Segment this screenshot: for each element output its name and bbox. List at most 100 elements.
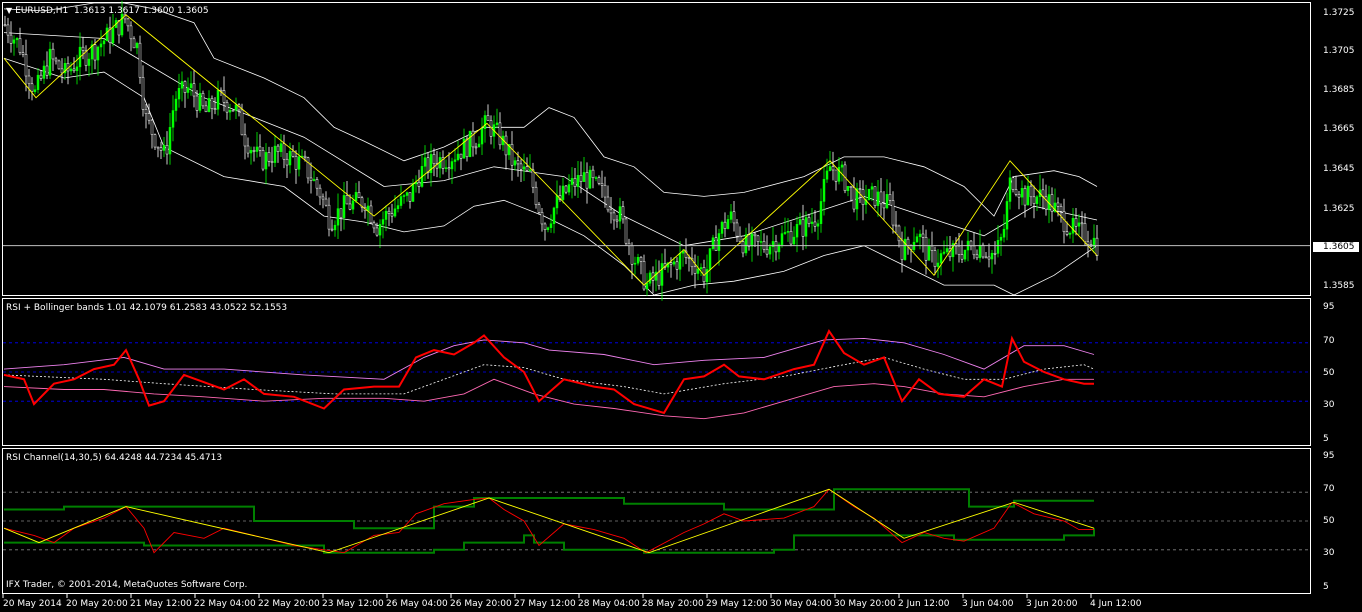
candle-body — [381, 219, 385, 225]
candle-body — [639, 257, 643, 262]
candle-body — [900, 240, 904, 260]
time-tick: 20 May 20:00 — [66, 599, 128, 609]
candle-body — [576, 175, 580, 187]
candle-body — [75, 66, 79, 72]
candle-body — [825, 170, 829, 180]
candle-body — [999, 236, 1003, 241]
candle-body — [366, 205, 370, 212]
candle-body — [240, 109, 244, 136]
candle-body — [1083, 223, 1087, 243]
candle-body — [453, 159, 457, 162]
main-panel-frame — [2, 2, 1311, 296]
candle-body — [195, 95, 199, 111]
candle-body — [546, 227, 550, 230]
candle-body — [342, 195, 346, 219]
candle-body — [276, 145, 280, 152]
rsi-channel-title: RSI Channel(14,30,5) 64.4248 44.7234 45.… — [6, 453, 223, 463]
candle-body — [624, 218, 628, 244]
rsi-bb-tick: 5 — [1323, 434, 1329, 444]
candle-body — [798, 219, 802, 225]
candle-body — [1017, 194, 1021, 198]
candle-body — [192, 83, 196, 97]
candle-body — [1071, 218, 1075, 234]
candle-body — [924, 237, 928, 261]
candle-body — [588, 169, 592, 189]
candle-body — [801, 219, 805, 237]
candle-body — [612, 212, 616, 221]
candle-body — [531, 169, 535, 188]
candle-body — [498, 122, 502, 146]
candle-body — [942, 251, 946, 254]
candle-body — [174, 98, 178, 111]
axis-tick-marks — [2, 594, 1092, 598]
candle-body — [285, 158, 289, 166]
candle-body — [510, 144, 514, 166]
candle-body — [141, 77, 145, 110]
candle-body — [528, 169, 532, 172]
middle-band-line — [3, 32, 1098, 247]
candle-body — [759, 241, 763, 243]
candle-body — [426, 157, 430, 174]
candle-body — [717, 233, 721, 251]
candle-body — [1011, 177, 1015, 190]
candle-body — [792, 236, 796, 245]
candle-body — [597, 177, 601, 184]
dropdown-triangle-icon[interactable]: ▼ — [6, 6, 12, 15]
candle-body — [198, 93, 202, 111]
candle-body — [996, 240, 1000, 254]
candle-body — [921, 233, 925, 238]
candle-body — [129, 25, 133, 40]
candle-body — [282, 143, 286, 160]
candle-body — [537, 204, 541, 213]
candle-body — [15, 38, 19, 41]
candle-body — [348, 203, 352, 210]
candle-body — [816, 223, 820, 227]
candle-body — [234, 104, 238, 111]
candle-body — [228, 109, 232, 113]
candle-body — [186, 87, 190, 93]
candle-body — [36, 74, 40, 90]
candle-body — [504, 135, 508, 156]
candle-body — [960, 254, 964, 260]
current-price-marker: 1.3605 — [1313, 242, 1359, 252]
candle-body — [636, 257, 640, 264]
candle-body — [243, 134, 247, 147]
candle-body — [534, 186, 538, 205]
candle-body — [354, 192, 358, 202]
candle-body — [720, 221, 724, 234]
candle-body — [1002, 228, 1006, 238]
candle-body — [213, 108, 217, 110]
candle-body — [384, 210, 388, 220]
candle-body — [549, 223, 553, 228]
candle-body — [669, 262, 673, 265]
candle-body — [204, 105, 208, 113]
candle-body — [57, 60, 61, 70]
rsi-channel-levels — [3, 491, 1310, 551]
candle-body — [810, 221, 814, 224]
candle-body — [579, 175, 583, 182]
candle-body — [1023, 188, 1027, 206]
candle-body — [693, 266, 697, 274]
lower-band-line — [3, 57, 1098, 296]
candle-body — [1008, 177, 1012, 202]
candle-body — [111, 27, 115, 43]
price-tick: 1.3625 — [1323, 204, 1355, 214]
candle-body — [96, 46, 100, 61]
candle-body — [99, 43, 103, 48]
candle-body — [294, 156, 298, 170]
candle-body — [645, 283, 649, 290]
candle-body — [1056, 202, 1060, 207]
candle-body — [729, 211, 733, 220]
candle-body — [879, 191, 883, 205]
candle-body — [618, 206, 622, 222]
candle-body — [378, 224, 382, 236]
candle-body — [648, 272, 652, 284]
candle-body — [846, 186, 850, 191]
candle-body — [894, 224, 898, 227]
candle-body — [9, 34, 13, 44]
time-tick: 22 May 20:00 — [258, 599, 320, 609]
candle-body — [447, 167, 451, 170]
candle-body — [351, 200, 355, 210]
candle-body — [915, 236, 919, 243]
candle-body — [201, 93, 205, 107]
